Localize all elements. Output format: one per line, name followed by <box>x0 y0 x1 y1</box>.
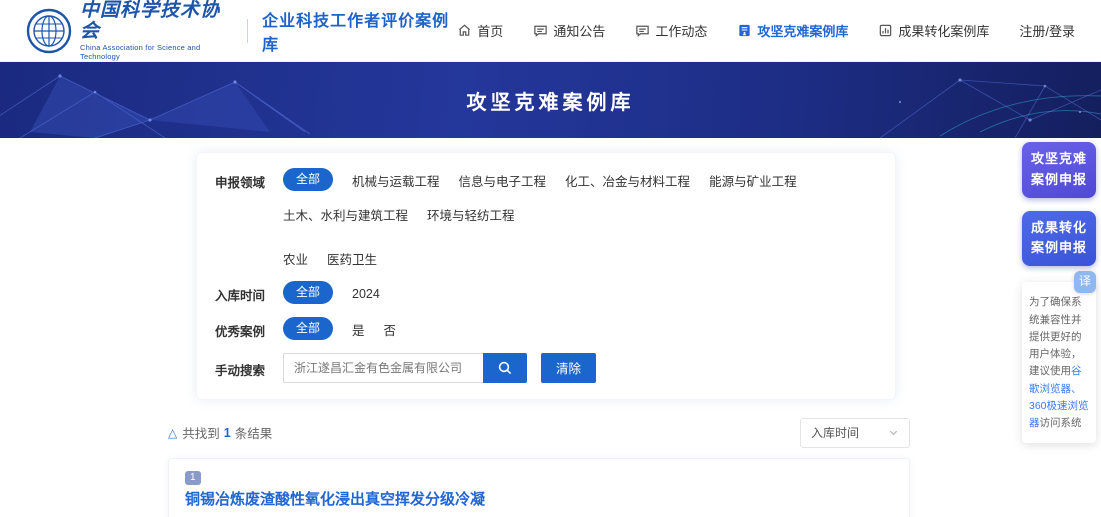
filter-option[interactable]: 化工、冶金与材料工程 <box>565 168 690 190</box>
nav-item-home[interactable]: 首页 <box>457 21 503 40</box>
main-nav: 首页 通知公告 工作动态 攻坚克难案例库 成果转化案例库 注册/登录 <box>457 21 1075 40</box>
result-count-prefix: 共找到 <box>182 423 220 442</box>
filter-label: 入库时间 <box>215 281 283 304</box>
apply-button-line: 攻坚克难 <box>1022 149 1096 170</box>
apply-gongjian-button[interactable]: 攻坚克难 案例申报 <box>1022 142 1096 198</box>
floating-panel: 攻坚克难 案例申报 成果转化 案例申报 译 为了确保系统兼容性并提供更好的用户体… <box>1022 142 1096 443</box>
logo-en: China Association for Science and Techno… <box>80 43 233 61</box>
apply-button-line: 案例申报 <box>1022 238 1096 259</box>
case-title[interactable]: 铜锡冶炼废渣酸性氧化浸出真空挥发分级冷凝 <box>185 488 893 509</box>
translate-icon[interactable]: 译 <box>1074 271 1096 293</box>
main-content: 申报领域 全部 机械与运载工程 信息与电子工程 化工、冶金与材料工程 能源与矿业… <box>168 152 910 517</box>
result-count: 1 <box>224 426 231 440</box>
nav-item-notices[interactable]: 通知公告 <box>533 21 605 40</box>
nav-label: 成果转化案例库 <box>898 21 989 40</box>
apply-chengguo-button[interactable]: 成果转化 案例申报 <box>1022 211 1096 267</box>
browser-notice: 译 为了确保系统兼容性并提供更好的用户体验，建议使用谷歌浏览器、360极速浏览器… <box>1022 282 1096 443</box>
filter-label: 优秀案例 <box>215 317 283 340</box>
filter-row-field: 申报领域 全部 机械与运载工程 信息与电子工程 化工、冶金与材料工程 能源与矿业… <box>215 168 877 268</box>
case-index-badge: 1 <box>185 471 201 485</box>
chat-icon <box>635 23 650 38</box>
apply-button-line: 案例申报 <box>1022 170 1096 191</box>
filter-options-field: 全部 机械与运载工程 信息与电子工程 化工、冶金与材料工程 能源与矿业工程 土木… <box>283 168 877 268</box>
doc-icon <box>737 23 752 38</box>
filter-option[interactable]: 机械与运载工程 <box>352 168 440 190</box>
nav-label: 注册/登录 <box>1019 21 1075 40</box>
triangle-icon: △ <box>168 426 177 440</box>
search-input[interactable] <box>283 353 483 383</box>
case-card[interactable]: 1 铜锡冶炼废渣酸性氧化浸出真空挥发分级冷凝 曹海雷 、王江绪 、林晖 、林乐峰… <box>168 458 910 517</box>
banner-title: 攻坚克难案例库 <box>467 86 635 115</box>
chart-icon <box>878 23 893 38</box>
sort-select[interactable]: 入库时间 <box>800 418 910 448</box>
filter-panel: 申报领域 全部 机械与运载工程 信息与电子工程 化工、冶金与材料工程 能源与矿业… <box>196 152 896 400</box>
result-count-suffix: 条结果 <box>235 423 273 442</box>
filter-option-all[interactable]: 全部 <box>283 168 333 191</box>
filter-option[interactable]: 是 <box>352 317 365 339</box>
filter-label: 手动搜索 <box>215 356 283 379</box>
filter-option[interactable]: 农业 <box>283 246 308 268</box>
filter-options-excellent: 全部 是 否 <box>283 317 396 340</box>
search-box: 清除 <box>283 353 596 383</box>
filter-option[interactable]: 能源与矿业工程 <box>709 168 797 190</box>
nav-item-login[interactable]: 注册/登录 <box>1019 21 1075 40</box>
notice-text: 访问系统 <box>1040 417 1082 429</box>
nav-label: 通知公告 <box>553 21 605 40</box>
logo[interactable]: 中国科学技术协会 China Association for Science a… <box>26 0 233 61</box>
chevron-down-icon <box>888 427 899 438</box>
filter-label: 申报领域 <box>215 168 283 191</box>
filter-option[interactable]: 否 <box>384 317 397 339</box>
filter-row-excellent: 优秀案例 全部 是 否 <box>215 317 877 340</box>
nav-label: 首页 <box>477 21 503 40</box>
filter-option[interactable]: 医药卫生 <box>327 246 377 268</box>
chat-icon <box>533 23 548 38</box>
cast-emblem-icon <box>26 8 72 54</box>
filter-option[interactable]: 2024 <box>352 284 380 301</box>
nav-label: 工作动态 <box>655 21 707 40</box>
apply-button-line: 成果转化 <box>1022 218 1096 239</box>
site-title: 企业科技工作者评价案例库 <box>262 7 457 55</box>
filter-options-time: 全部 2024 <box>283 281 380 304</box>
clear-button[interactable]: 清除 <box>541 353 596 383</box>
search-icon <box>497 360 513 376</box>
nav-item-work-news[interactable]: 工作动态 <box>635 21 707 40</box>
filter-option[interactable]: 环境与轻纺工程 <box>427 202 515 224</box>
banner: 攻坚克难案例库 <box>0 62 1101 138</box>
logo-cn: 中国科学技术协会 <box>80 0 233 41</box>
site-header: 中国科学技术协会 China Association for Science a… <box>0 0 1101 62</box>
filter-option-all[interactable]: 全部 <box>283 317 333 340</box>
page: 中国科学技术协会 China Association for Science a… <box>0 0 1101 517</box>
filter-row-time: 入库时间 全部 2024 <box>215 281 877 304</box>
header-divider <box>247 19 248 43</box>
nav-label: 攻坚克难案例库 <box>757 21 848 40</box>
logo-text: 中国科学技术协会 China Association for Science a… <box>80 0 233 61</box>
home-icon <box>457 23 472 38</box>
nav-item-chengguo-cases[interactable]: 成果转化案例库 <box>878 21 989 40</box>
filter-option-all[interactable]: 全部 <box>283 281 333 304</box>
sort-value: 入库时间 <box>811 424 859 441</box>
filter-row-search: 手动搜索 清除 <box>215 353 877 383</box>
nav-item-gongjian-cases[interactable]: 攻坚克难案例库 <box>737 21 848 40</box>
filter-option[interactable]: 信息与电子工程 <box>459 168 547 190</box>
search-button[interactable] <box>483 353 527 383</box>
results-bar: △ 共找到 1 条结果 入库时间 <box>168 418 910 448</box>
filter-option[interactable]: 土木、水利与建筑工程 <box>283 202 408 224</box>
